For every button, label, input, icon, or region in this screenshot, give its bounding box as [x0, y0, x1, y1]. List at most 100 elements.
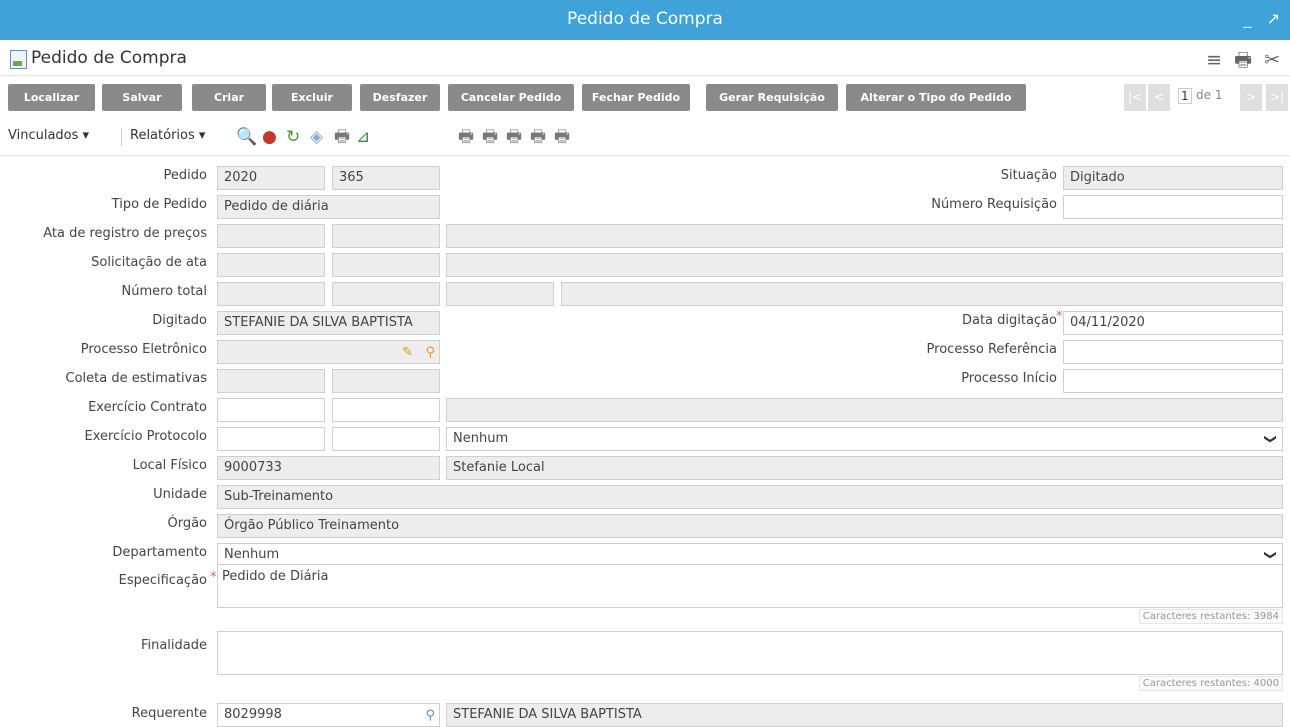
finalidade-label: Finalidade — [140, 638, 207, 653]
local-fisico-code-field[interactable]: 9000733 — [217, 456, 440, 480]
vinculados-menu[interactable]: Vinculados ▾ — [8, 128, 89, 143]
processo-referencia-input[interactable] — [1063, 340, 1283, 364]
requerente-label: Requerente — [131, 706, 207, 721]
especificacao-textarea[interactable]: Pedido de Diária — [217, 564, 1283, 608]
departamento-label: Departamento — [112, 545, 207, 560]
exercicio-protocolo-input-2[interactable] — [332, 427, 440, 451]
data-digitacao-label: Data digitação — [961, 313, 1057, 328]
requerente-name-field[interactable]: STEFANIE DA SILVA BAPTISTA — [446, 703, 1283, 727]
data-digitacao-input[interactable]: 04/11/2020 — [1063, 311, 1283, 335]
cancelar-pedido-button[interactable]: Cancelar Pedido — [448, 84, 574, 111]
unidade-field[interactable]: Sub-Treinamento — [217, 485, 1283, 509]
print-icon[interactable]: 🖶 — [530, 128, 546, 146]
numero-total-field-1[interactable] — [217, 282, 325, 306]
processo-referencia-label: Processo Referência — [926, 342, 1057, 357]
chevron-down-icon: ❯ — [1263, 433, 1278, 445]
orgao-field[interactable]: Órgão Público Treinamento — [217, 514, 1283, 538]
print-icon[interactable]: 🖶 — [554, 128, 570, 146]
processo-eletronico-field[interactable]: ✎ ⚲ — [217, 340, 440, 364]
gerar-requisicao-button[interactable]: Gerar Requisição — [706, 84, 838, 111]
local-fisico-label: Local Físico — [132, 458, 207, 473]
tipo-pedido-label: Tipo de Pedido — [111, 197, 207, 212]
processo-inicio-input[interactable] — [1063, 369, 1283, 393]
situacao-field[interactable]: Digitado — [1063, 166, 1283, 190]
solicitacao-field-3[interactable] — [446, 253, 1283, 277]
relatorios-menu[interactable]: Relatórios ▾ — [130, 128, 205, 143]
digitado-label: Digitado — [152, 313, 207, 328]
exercicio-contrato-field-3[interactable] — [446, 398, 1283, 422]
exercicio-protocolo-input-1[interactable] — [217, 427, 325, 451]
local-fisico-name-field[interactable]: Stefanie Local — [446, 456, 1283, 480]
form-title: Pedido de Compra — [31, 48, 187, 68]
situacao-label: Situação — [1000, 168, 1057, 183]
salvar-button[interactable]: Salvar — [102, 84, 182, 111]
exercicio-contrato-input-1[interactable] — [217, 398, 325, 422]
broom-icon[interactable]: ✎ — [402, 342, 413, 363]
search-icon[interactable]: ⚲ — [425, 342, 435, 363]
especificacao-remaining: Caracteres restantes: 3984 — [1138, 609, 1283, 624]
coleta-field-2[interactable] — [332, 369, 440, 393]
solicitacao-ata-label: Solicitação de ata — [91, 255, 207, 270]
minimize-icon[interactable]: _ — [1244, 9, 1252, 28]
ata-field-1[interactable] — [217, 224, 325, 248]
print-icon[interactable]: 🖶 — [506, 128, 522, 146]
tag-icon[interactable]: ◈ — [310, 128, 323, 146]
numero-total-field-3[interactable] — [446, 282, 554, 306]
maximize-icon[interactable]: ↗ — [1267, 9, 1280, 28]
pedido-numero-field[interactable]: 365 — [332, 166, 440, 190]
first-page-icon[interactable]: |< — [1124, 84, 1146, 111]
exercicio-protocolo-value: Nenhum — [453, 431, 509, 446]
print-icon[interactable]: 🖶 — [334, 128, 350, 146]
ata-label: Ata de registro de preços — [43, 226, 207, 241]
pedido-label: Pedido — [163, 168, 207, 183]
tipo-pedido-field[interactable]: Pedido de diária — [217, 195, 440, 219]
finalidade-remaining: Caracteres restantes: 4000 — [1138, 676, 1283, 691]
hamburger-icon[interactable]: ≡ — [1206, 49, 1222, 71]
criar-button[interactable]: Criar — [192, 84, 266, 111]
numero-total-field-4[interactable] — [561, 282, 1283, 306]
alterar-tipo-button[interactable]: Alterar o Tipo do Pedido — [846, 84, 1026, 111]
localizar-button[interactable]: Localizar — [8, 84, 95, 111]
digitado-field[interactable]: STEFANIE DA SILVA BAPTISTA — [217, 311, 440, 335]
pedido-ano-field[interactable]: 2020 — [217, 166, 325, 190]
print-icon[interactable]: 🖶 — [458, 128, 474, 146]
next-page-icon[interactable]: > — [1240, 84, 1262, 111]
coleta-label: Coleta de estimativas — [65, 371, 207, 386]
secondary-toolbar: Vinculados ▾ Relatórios ▾ 🔍 ● ↻ ◈ 🖶 ⊿ 🖶 … — [0, 118, 1290, 156]
processo-eletronico-label: Processo Eletrônico — [80, 342, 207, 357]
pager: |< < 1 de 1 > >| — [1090, 84, 1290, 111]
database-icon[interactable]: ● — [262, 128, 277, 146]
ata-field-2[interactable] — [332, 224, 440, 248]
chart-icon[interactable]: ⊿ — [356, 128, 370, 146]
last-page-icon[interactable]: >| — [1266, 84, 1288, 111]
page-number-input[interactable]: 1 — [1178, 88, 1192, 104]
excluir-button[interactable]: Excluir — [272, 84, 352, 111]
requerente-code-input[interactable]: 8029998 ⚲ — [217, 703, 440, 727]
search-icon[interactable]: 🔍 — [236, 128, 257, 146]
numero-requisicao-input[interactable] — [1063, 195, 1283, 219]
unidade-label: Unidade — [153, 487, 207, 502]
print-icon[interactable]: 🖶 — [482, 128, 498, 146]
desfazer-button[interactable]: Desfazer — [360, 84, 440, 111]
refresh-icon[interactable]: ↻ — [286, 128, 300, 146]
processo-inicio-label: Processo Início — [961, 371, 1057, 386]
form-header: Pedido de Compra ≡ 🖶 ✂ — [0, 40, 1290, 76]
chevron-down-icon: ❯ — [1263, 549, 1278, 561]
numero-total-label: Número total — [121, 284, 208, 299]
separator — [121, 128, 122, 146]
finalidade-textarea[interactable] — [217, 631, 1283, 675]
orgao-label: Órgão — [167, 516, 207, 531]
requerente-code-value: 8029998 — [224, 707, 282, 722]
ata-field-3[interactable] — [446, 224, 1283, 248]
solicitacao-field-2[interactable] — [332, 253, 440, 277]
exercicio-protocolo-select[interactable]: Nenhum ❯ — [446, 427, 1283, 451]
tools-icon[interactable]: ✂ — [1264, 49, 1280, 71]
print-icon[interactable]: 🖶 — [1234, 49, 1252, 71]
exercicio-contrato-input-2[interactable] — [332, 398, 440, 422]
numero-total-field-2[interactable] — [332, 282, 440, 306]
coleta-field-1[interactable] — [217, 369, 325, 393]
solicitacao-field-1[interactable] — [217, 253, 325, 277]
fechar-pedido-button[interactable]: Fechar Pedido — [582, 84, 690, 111]
window-title: Pedido de Compra — [567, 9, 723, 29]
prev-page-icon[interactable]: < — [1148, 84, 1170, 111]
